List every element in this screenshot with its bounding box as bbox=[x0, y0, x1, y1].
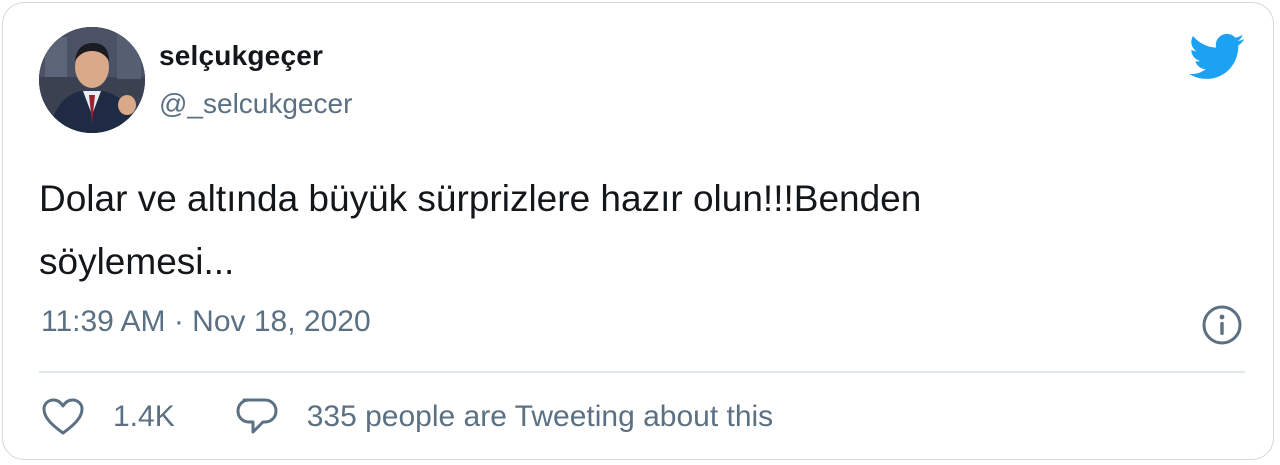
divider bbox=[39, 371, 1245, 373]
like-button[interactable]: 1.4K bbox=[41, 397, 175, 437]
author-handle[interactable]: @_selcukgecer bbox=[159, 88, 352, 120]
speech-bubble-icon bbox=[236, 398, 278, 434]
heart-icon bbox=[42, 398, 84, 435]
avatar[interactable] bbox=[39, 27, 145, 133]
tweeting-about-link[interactable]: 335 people are Tweeting about this bbox=[235, 396, 773, 438]
like-count: 1.4K bbox=[113, 400, 175, 433]
info-icon[interactable] bbox=[1201, 304, 1243, 346]
author-display-name[interactable]: selçukgeçer bbox=[159, 40, 323, 72]
tweet-timestamp[interactable]: 11:39 AM · Nov 18, 2020 bbox=[41, 305, 371, 339]
twitter-bird-icon[interactable] bbox=[1189, 33, 1245, 81]
tweet-card: selçukgeçer @_selcukgecer Dolar ve altın… bbox=[2, 2, 1274, 460]
tweet-text-line-2: söylemesi... bbox=[39, 241, 235, 282]
tweeting-about-label: 335 people are Tweeting about this bbox=[306, 400, 774, 433]
avatar-image bbox=[39, 27, 145, 133]
tweet-text: Dolar ve altında büyük sürprizlere hazır… bbox=[39, 167, 1219, 293]
tweet-text-line-1: Dolar ve altında büyük sürprizlere hazır… bbox=[39, 178, 922, 219]
tweet-actions: 1.4K 335 people are Tweeting about this bbox=[41, 393, 773, 441]
